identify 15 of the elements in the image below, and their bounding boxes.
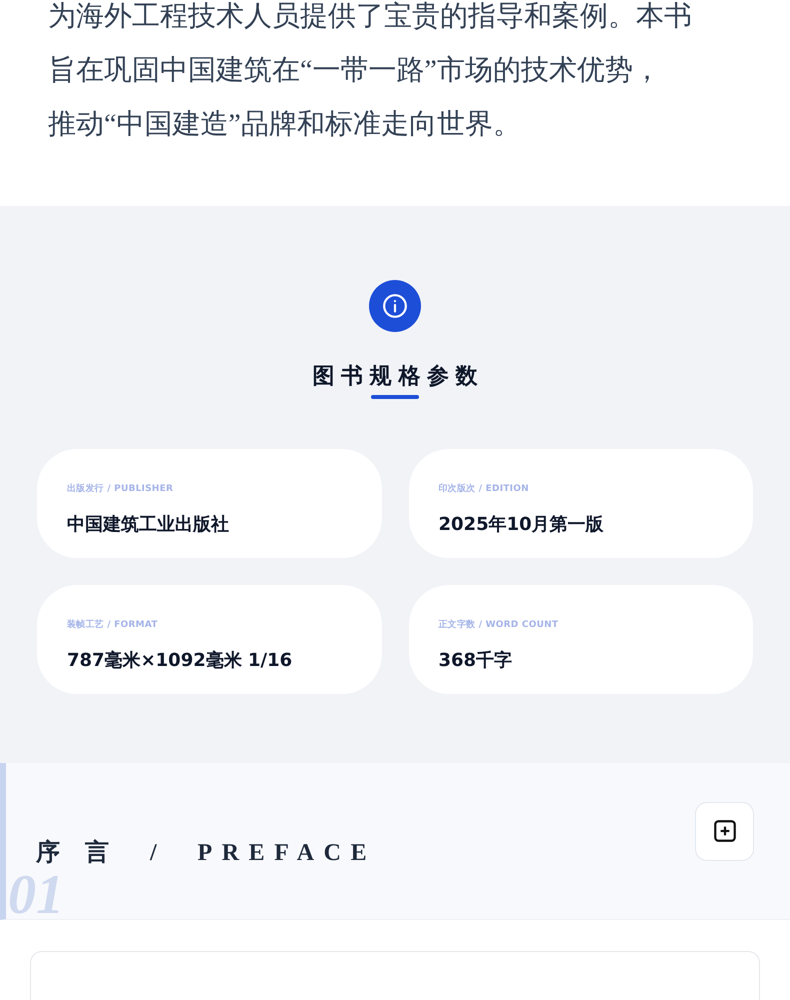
section-title: 图书规格参数 <box>311 363 484 391</box>
info-icon <box>369 280 421 332</box>
title-underline <box>371 395 419 399</box>
spec-value: 787毫米×1092毫米 1/16 <box>67 648 292 672</box>
expand-button[interactable] <box>695 802 754 860</box>
expand-icon <box>712 818 738 844</box>
spec-label: 装帧工艺 / FORMAT <box>67 619 158 632</box>
spec-label: 印次版次 / EDITION <box>438 483 529 496</box>
spec-label: 正文字数 / WORD COUNT <box>438 619 558 632</box>
spec-value: 中国建筑工业出版社 <box>67 512 229 536</box>
intro-paragraph: 为海外工程技术人员提供了宝贵的指导和案例。本书 旨在巩固中国建筑在“一带一路”市场的技术优势， 推动“中国建造”品牌和标准走向世界。 <box>48 0 693 142</box>
spec-value: 368千字 <box>438 648 512 672</box>
spec-label: 出版发行 / PUBLISHER <box>67 483 174 496</box>
spec-value: 2025年10月第一版 <box>438 512 604 536</box>
preface-title: 序 言 / PREFACE <box>36 838 376 868</box>
